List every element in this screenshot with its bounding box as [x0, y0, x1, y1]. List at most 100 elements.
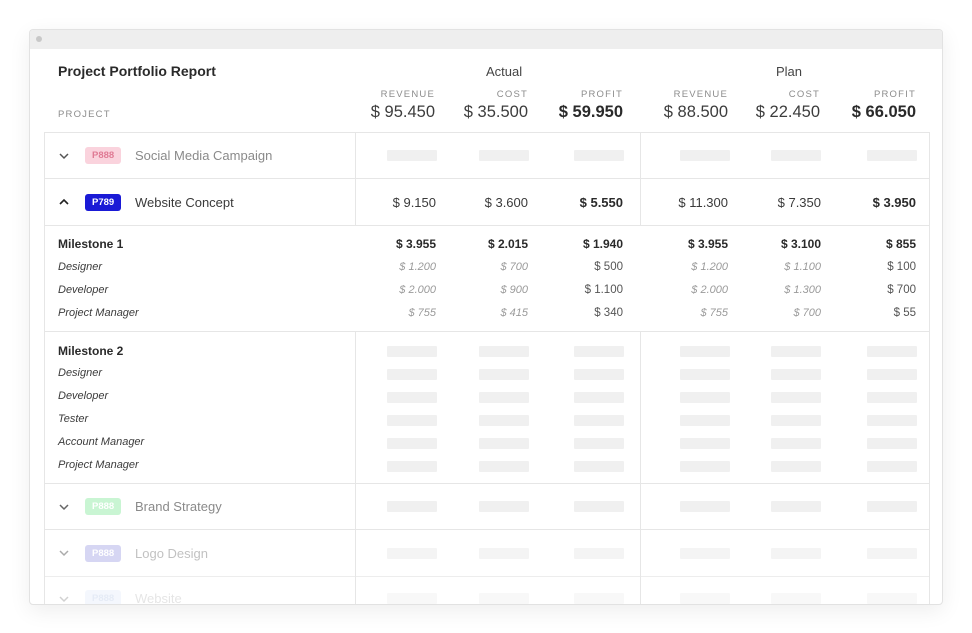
- value-placeholder: [387, 593, 437, 604]
- plan-profit-header[interactable]: PROFIT: [826, 89, 916, 100]
- value-placeholder: [867, 150, 917, 161]
- value-placeholder: [771, 438, 821, 449]
- value-placeholder: [771, 150, 821, 161]
- project-column-header[interactable]: PROJECT: [58, 109, 111, 120]
- plan-profit-value: $ 3.950: [872, 195, 916, 210]
- plan-revenue-header[interactable]: REVENUE: [638, 89, 728, 100]
- role-plan-cost: $ 700: [793, 307, 821, 319]
- role-name: Designer: [58, 261, 103, 273]
- plan-revenue-value: $ 11.300: [678, 195, 728, 210]
- value-placeholder: [771, 461, 821, 472]
- chevron-up-icon[interactable]: [58, 196, 70, 208]
- role-actual-cost: $ 900: [500, 284, 528, 296]
- window-control-dot[interactable]: [36, 36, 42, 42]
- role-plan-revenue: $ 2.000: [691, 284, 728, 296]
- plan-group-label: Plan: [776, 64, 803, 79]
- value-placeholder: [479, 415, 529, 426]
- actual-revenue-value: $ 9.150: [392, 195, 436, 210]
- project-name: Social Media Campaign: [135, 148, 273, 163]
- value-placeholder: [574, 150, 624, 161]
- project-row-expanded[interactable]: P789 Website Concept $ 9.150 $ 3.600 $ 5…: [45, 179, 929, 226]
- role-plan-cost: $ 1.300: [784, 284, 821, 296]
- role-actual-profit: $ 500: [594, 261, 623, 273]
- value-placeholder: [574, 392, 624, 403]
- actual-revenue-header[interactable]: REVENUE: [345, 89, 435, 100]
- value-placeholder: [680, 461, 730, 472]
- milestone-plan-cost: $ 3.100: [780, 237, 821, 251]
- project-code-badge: P888: [85, 498, 122, 515]
- value-placeholder: [479, 150, 529, 161]
- role-actual-cost: $ 415: [500, 307, 528, 319]
- project-row[interactable]: P888 Social Media Campaign: [45, 133, 929, 179]
- chevron-down-icon[interactable]: [58, 547, 70, 559]
- role-name: Project Manager: [58, 307, 139, 319]
- chevron-down-icon[interactable]: [58, 150, 70, 162]
- project-row[interactable]: P888 Brand Strategy: [45, 484, 929, 530]
- value-placeholder: [867, 369, 917, 380]
- value-placeholder: [387, 392, 437, 403]
- project-code-badge: P789: [85, 194, 122, 211]
- actual-profit-header[interactable]: PROFIT: [533, 89, 623, 100]
- value-placeholder: [680, 438, 730, 449]
- chevron-down-icon[interactable]: [58, 593, 70, 604]
- value-placeholder: [387, 438, 437, 449]
- project-name: Website: [135, 591, 182, 605]
- value-placeholder: [387, 150, 437, 161]
- value-placeholder: [867, 392, 917, 403]
- value-placeholder: [680, 501, 730, 512]
- actual-group-label: Actual: [486, 64, 523, 79]
- value-placeholder: [387, 548, 437, 559]
- value-placeholder: [574, 438, 624, 449]
- value-placeholder: [387, 501, 437, 512]
- project-row[interactable]: P888 Website: [45, 577, 929, 605]
- value-placeholder: [479, 438, 529, 449]
- project-row[interactable]: P888 Logo Design: [45, 530, 929, 577]
- value-placeholder: [867, 346, 917, 357]
- portfolio-table: P888 Social Media Campaign P789 Website …: [44, 132, 930, 605]
- actual-cost-header[interactable]: COST: [438, 89, 528, 100]
- value-placeholder: [771, 593, 821, 604]
- value-placeholder: [574, 501, 624, 512]
- project-name: Brand Strategy: [135, 499, 222, 514]
- value-placeholder: [771, 501, 821, 512]
- plan-cost-header[interactable]: COST: [730, 89, 820, 100]
- project-code-badge: P888: [85, 147, 122, 164]
- role-plan-profit: $ 55: [893, 307, 916, 319]
- role-actual-profit: $ 340: [594, 307, 623, 319]
- role-name: Project Manager: [58, 459, 139, 471]
- value-placeholder: [479, 548, 529, 559]
- chevron-down-icon[interactable]: [58, 501, 70, 513]
- value-placeholder: [479, 346, 529, 357]
- role-plan-revenue: $ 1.200: [691, 261, 728, 273]
- role-actual-revenue: $ 1.200: [399, 261, 436, 273]
- value-placeholder: [479, 501, 529, 512]
- value-placeholder: [771, 392, 821, 403]
- value-placeholder: [387, 461, 437, 472]
- role-plan-profit: $ 100: [887, 261, 916, 273]
- value-placeholder: [574, 415, 624, 426]
- role-name: Developer: [58, 284, 109, 296]
- milestone-plan-revenue: $ 3.955: [687, 237, 728, 251]
- value-placeholder: [680, 392, 730, 403]
- value-placeholder: [680, 548, 730, 559]
- actual-cost-value: $ 3.600: [484, 195, 528, 210]
- value-placeholder: [479, 461, 529, 472]
- value-placeholder: [680, 593, 730, 604]
- project-code-badge: P888: [85, 545, 122, 562]
- value-placeholder: [574, 346, 624, 357]
- value-placeholder: [479, 392, 529, 403]
- role-actual-profit: $ 1.100: [584, 284, 623, 296]
- milestone-title: Milestone 2: [58, 344, 124, 358]
- role-actual-revenue: $ 755: [408, 307, 436, 319]
- actual-profit-total: $ 59.950: [558, 103, 623, 121]
- milestone-title: Milestone 1: [58, 237, 124, 251]
- value-placeholder: [867, 461, 917, 472]
- role-plan-revenue: $ 755: [700, 307, 728, 319]
- report-title: Project Portfolio Report: [58, 63, 216, 79]
- actual-profit-value: $ 5.550: [579, 195, 623, 210]
- project-name: Logo Design: [135, 546, 208, 561]
- actual-cost-total: $ 35.500: [463, 103, 528, 121]
- value-placeholder: [387, 369, 437, 380]
- milestone-plan-profit: $ 855: [885, 237, 916, 251]
- project-code-badge: P888: [85, 590, 122, 604]
